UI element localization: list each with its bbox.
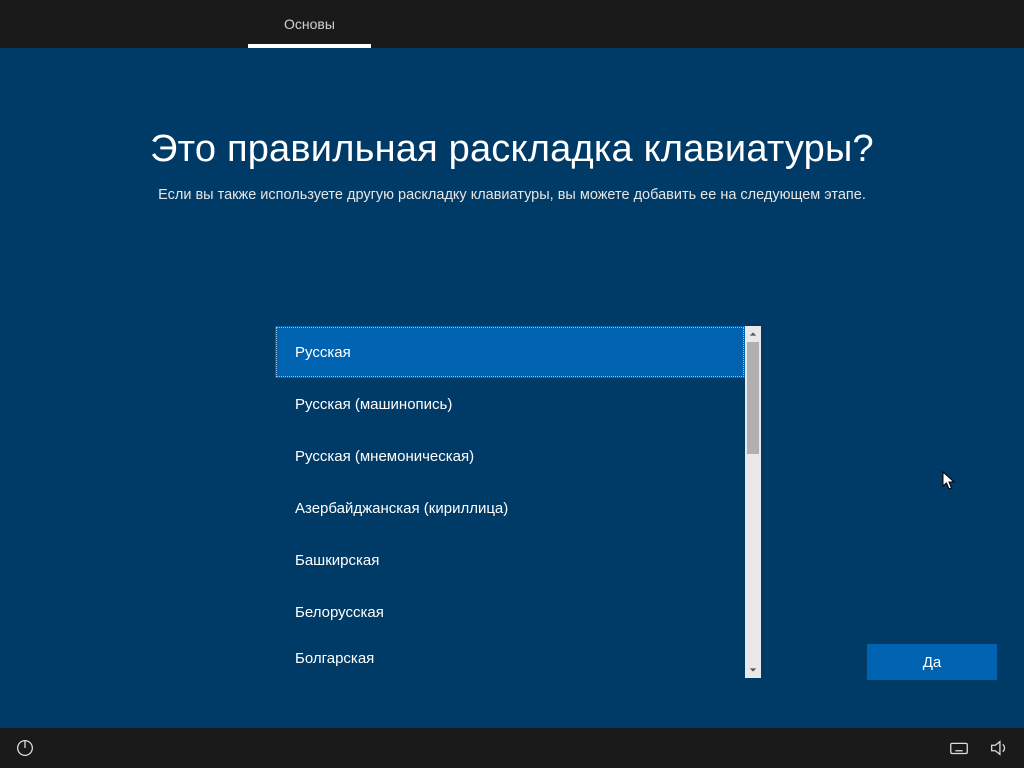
tab-label: Основы	[284, 16, 335, 32]
list-item[interactable]: Башкирская	[275, 534, 745, 586]
scroll-track[interactable]	[745, 342, 761, 662]
list-item[interactable]: Болгарская	[275, 638, 745, 678]
tab-basics[interactable]: Основы	[248, 0, 371, 48]
list-item[interactable]: Русская (машинопись)	[275, 378, 745, 430]
keyboard-layout-list: Русская Русская (машинопись) Русская (мн…	[275, 326, 761, 678]
list-item-label: Азербайджанская (кириллица)	[295, 500, 508, 517]
volume-icon[interactable]	[988, 737, 1010, 759]
list-item-label: Башкирская	[295, 552, 379, 569]
list-item[interactable]: Белорусская	[275, 586, 745, 638]
power-icon[interactable]	[14, 737, 36, 759]
list-item-label: Русская	[295, 344, 351, 361]
list-item-label: Белорусская	[295, 604, 384, 621]
list-items: Русская Русская (машинопись) Русская (мн…	[275, 326, 745, 678]
top-bar: Основы	[0, 0, 1024, 48]
bottom-bar	[0, 728, 1024, 768]
page-title: Это правильная раскладка клавиатуры?	[0, 128, 1024, 171]
scroll-down-button[interactable]	[745, 662, 761, 678]
confirm-button[interactable]: Да	[867, 644, 997, 680]
scrollbar[interactable]	[745, 326, 761, 678]
list-item-label: Болгарская	[295, 650, 374, 667]
list-item[interactable]: Азербайджанская (кириллица)	[275, 482, 745, 534]
chevron-down-icon	[749, 666, 757, 674]
main-content: Это правильная раскладка клавиатуры? Есл…	[0, 48, 1024, 728]
mouse-cursor-icon	[942, 471, 956, 491]
list-item-label: Русская (машинопись)	[295, 396, 452, 413]
page-subtitle: Если вы также используете другую расклад…	[0, 187, 1024, 203]
keyboard-icon[interactable]	[948, 737, 970, 759]
list-item-label: Русская (мнемоническая)	[295, 448, 474, 465]
chevron-up-icon	[749, 330, 757, 338]
scroll-thumb[interactable]	[747, 342, 759, 454]
list-item[interactable]: Русская (мнемоническая)	[275, 430, 745, 482]
list-item[interactable]: Русская	[275, 326, 745, 378]
scroll-up-button[interactable]	[745, 326, 761, 342]
